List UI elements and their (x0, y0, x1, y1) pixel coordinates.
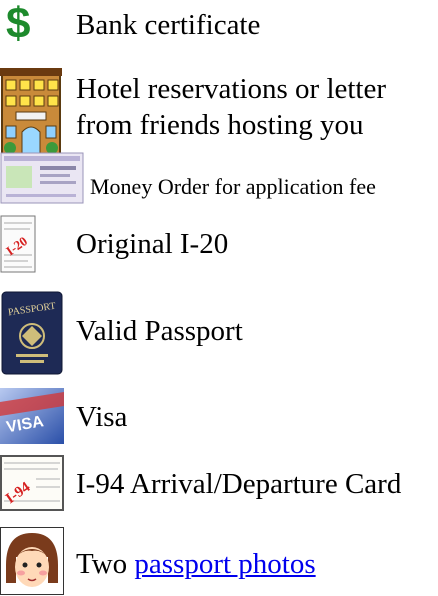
passport-icon: PASSPORT (0, 290, 64, 376)
hotel-label-line2: from friends hosting you (76, 109, 364, 141)
passport-photos-link[interactable]: passport photos (134, 548, 315, 580)
i94-card-icon: I-94 (0, 455, 64, 511)
list-item-valid-passport: PASSPORT Valid Passport (0, 290, 438, 380)
list-item-i94-card: I-94 I-94 Arrival/Departure Card (0, 455, 438, 515)
i94-card-label: I-94 Arrival/Departure Card (76, 468, 402, 500)
list-item-bank-certificate: $ Bank certificate (0, 0, 438, 50)
dollar-sign-icon: $ (6, 0, 31, 48)
passport-photos-prefix: Two (76, 548, 128, 580)
list-item-original-i20: I-20 Original I-20 (0, 215, 438, 275)
list-item-visa: VISA Visa (0, 388, 438, 448)
valid-passport-label: Valid Passport (76, 315, 243, 347)
hotel-icon (0, 66, 62, 156)
hotel-label-line1: Hotel reservations or letter (76, 73, 387, 105)
visa-label: Visa (76, 401, 128, 433)
money-order-label: Money Order for application fee (90, 174, 376, 199)
original-i20-label: Original I-20 (76, 228, 229, 260)
girl-photo-icon (0, 527, 64, 595)
list-item-money-order: Money Order for application fee (0, 150, 438, 204)
money-order-icon (0, 152, 84, 204)
i20-document-icon: I-20 (0, 215, 36, 273)
list-item-hotel-reservations: Hotel reservations or letter from friend… (0, 62, 438, 155)
list-item-passport-photos: Two passport photos (0, 525, 438, 596)
passport-photos-label: Two passport photos (76, 547, 316, 581)
bank-certificate-label: Bank certificate (76, 9, 261, 41)
visa-icon: VISA (0, 388, 64, 444)
